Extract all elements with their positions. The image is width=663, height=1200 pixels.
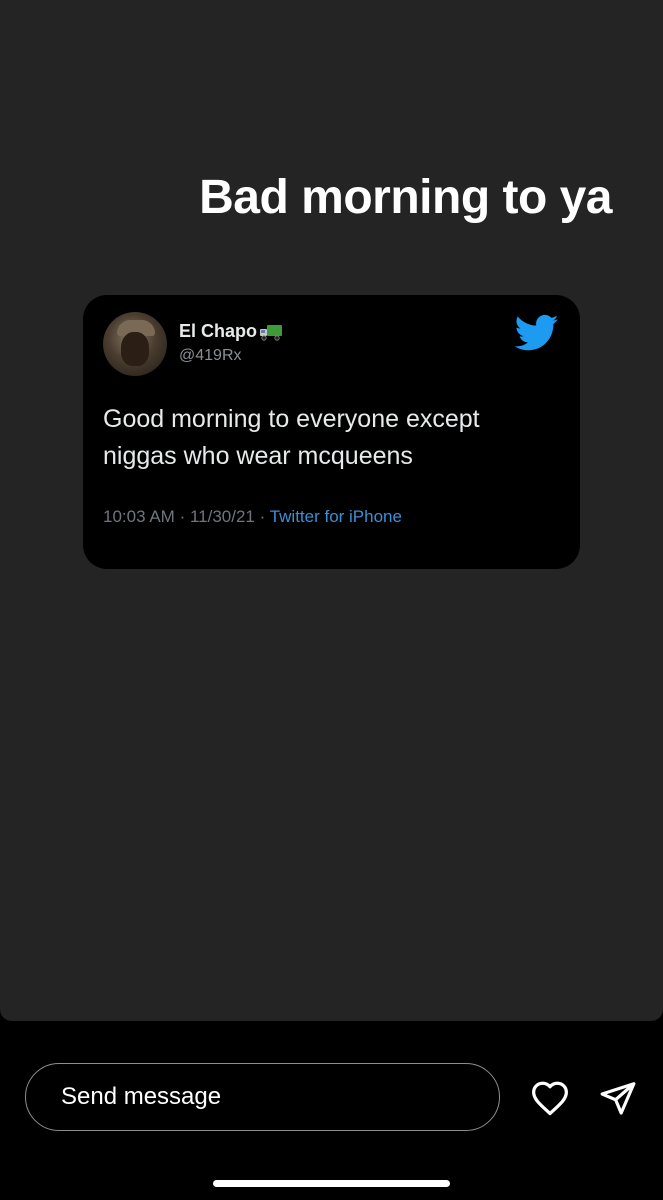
home-indicator[interactable] <box>213 1180 450 1187</box>
tweet-source: Twitter for iPhone <box>269 507 402 526</box>
truck-icon <box>260 324 283 341</box>
tweet-text-line: Good morning to everyone except <box>103 405 480 433</box>
tweet-handle: @419Rx <box>179 347 242 364</box>
tweet-text-line: niggas who wear mcqueens <box>103 442 413 470</box>
send-message-input[interactable] <box>59 1082 463 1112</box>
tweet-author: El Chapo <box>179 321 283 342</box>
meta-separator: · <box>259 507 270 526</box>
story-viewer[interactable]: Bad morning to ya El Chapo @419Rx Good m… <box>0 0 663 1021</box>
twitter-bird-icon <box>515 314 559 351</box>
story-caption: Bad morning to ya <box>199 171 612 224</box>
display-name: El Chapo <box>179 321 258 341</box>
tweet-time: 10:03 AM <box>103 507 175 526</box>
send-icon[interactable] <box>598 1079 638 1117</box>
avatar-face <box>121 332 149 366</box>
heart-icon[interactable] <box>530 1080 570 1116</box>
tweet-meta: 10:03 AM · 11/30/21 · Twitter for iPhone <box>103 507 402 527</box>
tweet-text: Good morning to everyone except niggas w… <box>103 401 553 475</box>
tweet-date: 11/30/21 <box>189 507 255 526</box>
meta-separator: · <box>179 507 190 526</box>
send-message-bar[interactable] <box>25 1063 500 1131</box>
tweet-card: El Chapo @419Rx Good morning to everyone… <box>83 295 580 569</box>
avatar <box>103 312 167 376</box>
